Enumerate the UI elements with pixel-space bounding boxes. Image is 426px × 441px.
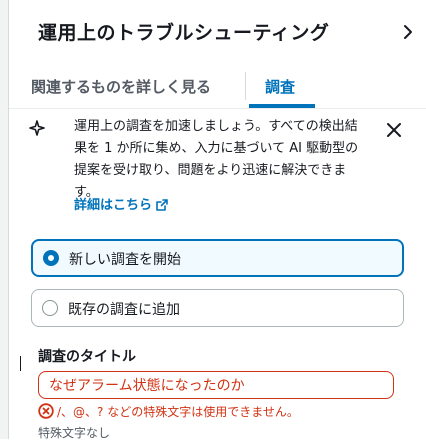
radio-unselected[interactable] [42, 300, 58, 316]
external-link-icon [156, 199, 168, 211]
tab-divider [245, 72, 246, 100]
side-panel: 運用上のトラブルシューティング 関連するものを詳しく見る 調査 運用上の調査を加… [9, 0, 426, 440]
learn-more-link[interactable]: 詳細はこちら [74, 194, 168, 213]
left-panel-edge [0, 0, 9, 439]
panel-title: 運用上のトラブルシューティング [38, 22, 330, 44]
tab-bar: 関連するものを詳しく見る 調査 [9, 66, 426, 109]
chevron-right-icon[interactable] [400, 22, 416, 42]
sparkle-icon [29, 120, 45, 136]
add-existing-option[interactable]: 既存の調査に追加 [31, 289, 404, 327]
radio-selected[interactable] [43, 250, 59, 266]
info-description: 運用上の調査を加速しましょう。すべての検出結果を 1 か所に集め、入力に基づいて… [74, 119, 359, 200]
tab-explore-related[interactable]: 関連するものを詳しく見る [31, 66, 211, 108]
investigation-title-label: 調査のタイトル [38, 349, 136, 365]
text-cursor [20, 356, 21, 371]
field-hint: 特殊文字なし [38, 426, 111, 440]
panel-header: 運用上のトラブルシューティング [9, 0, 426, 66]
close-icon[interactable] [386, 122, 402, 138]
learn-more-label: 詳細はこちら [74, 198, 153, 213]
investigation-title-input[interactable] [38, 371, 394, 399]
tab-investigations[interactable]: 調査 [265, 66, 295, 108]
add-existing-label: 既存の調査に追加 [68, 302, 180, 318]
new-investigation-option[interactable]: 新しい調査を開始 [31, 239, 404, 277]
info-banner: 運用上の調査を加速しましょう。すべての検出結果を 1 か所に集め、入力に基づいて… [9, 108, 426, 218]
error-message: /、@、? などの特殊文字は使用できません。 [57, 405, 299, 419]
error-icon [38, 403, 54, 419]
new-investigation-label: 新しい調査を開始 [69, 252, 181, 268]
validation-error: /、@、? などの特殊文字は使用できません。 [38, 403, 299, 420]
